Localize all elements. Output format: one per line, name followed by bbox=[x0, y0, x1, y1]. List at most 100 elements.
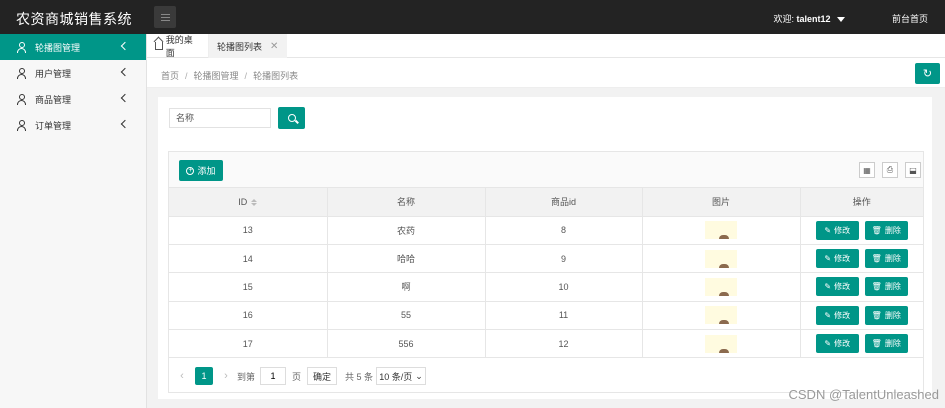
delete-button[interactable]: 🗑 删除 bbox=[864, 277, 908, 297]
cell-image bbox=[642, 244, 801, 274]
table-header-row: ID 名称 商品id 图片 操作 bbox=[169, 188, 923, 217]
cell-name: 哈哈 bbox=[327, 244, 486, 274]
pencil-icon: ✎ bbox=[824, 310, 832, 320]
breadcrumb-banner-manage[interactable]: 轮播图管理 bbox=[194, 71, 239, 81]
table-row: 14 哈哈 9 ✎ 修改 🗑 删除 bbox=[169, 244, 923, 274]
table-row: 17 556 12 ✎ 修改 🗑 删除 bbox=[169, 329, 923, 359]
welcome-prefix: 欢迎: bbox=[773, 14, 794, 24]
edit-button[interactable]: ✎ 修改 bbox=[815, 220, 859, 240]
tab-desktop[interactable]: 我的桌面 bbox=[147, 34, 209, 58]
trash-icon: 🗑 bbox=[871, 310, 882, 320]
sidebar-item-label: 商品管理 bbox=[35, 94, 72, 105]
user-icon bbox=[16, 41, 27, 53]
cell-product-id: 10 bbox=[485, 272, 643, 302]
delete-button[interactable]: 🗑 删除 bbox=[864, 249, 908, 269]
user-icon bbox=[16, 119, 27, 131]
pencil-icon: ✎ bbox=[824, 282, 832, 292]
banner-thumbnail bbox=[705, 306, 737, 325]
cell-actions: ✎ 修改 🗑 删除 bbox=[800, 301, 923, 331]
cell-actions: ✎ 修改 🗑 删除 bbox=[800, 244, 923, 274]
export-icon[interactable]: ⬓ bbox=[905, 162, 921, 178]
edit-button[interactable]: ✎ 修改 bbox=[815, 277, 859, 297]
top-bar: 农资商城销售系统 欢迎: talent12 前台首页 bbox=[0, 0, 945, 34]
cell-image bbox=[642, 272, 801, 302]
pencil-icon: ✎ bbox=[824, 225, 832, 235]
table-row: 16 55 11 ✎ 修改 🗑 删除 bbox=[169, 301, 923, 331]
sidebar-item-products[interactable]: 商品管理 bbox=[0, 86, 146, 112]
tab-label: 我的桌面 bbox=[165, 35, 193, 58]
sidebar-item-label: 订单管理 bbox=[35, 120, 72, 131]
menu-toggle-button[interactable] bbox=[154, 6, 176, 28]
caret-down-icon bbox=[837, 17, 845, 23]
next-page-button[interactable]: › bbox=[219, 367, 233, 385]
search-button[interactable] bbox=[278, 107, 305, 129]
refresh-icon: ↻ bbox=[922, 68, 933, 80]
page-size-select[interactable]: 10 条/页 ⌄ bbox=[376, 367, 426, 385]
add-button[interactable]: + 添加 bbox=[179, 160, 223, 181]
columns-icon[interactable]: ▦ bbox=[859, 162, 875, 178]
banner-thumbnail bbox=[705, 277, 737, 296]
breadcrumb-banner-list: 轮播图列表 bbox=[253, 71, 299, 81]
cell-actions: ✎ 修改 🗑 删除 bbox=[800, 329, 923, 359]
goto-confirm-button[interactable]: 确定 bbox=[307, 367, 337, 385]
sidebar-item-label: 用户管理 bbox=[35, 68, 72, 79]
cell-id: 13 bbox=[169, 216, 328, 245]
cell-actions: ✎ 修改 🗑 删除 bbox=[800, 272, 923, 302]
user-icon bbox=[16, 67, 27, 79]
cell-name: 啊 bbox=[327, 272, 486, 302]
tab-label: 轮播图列表 bbox=[217, 41, 263, 52]
cell-id: 16 bbox=[169, 301, 328, 331]
edit-button[interactable]: ✎ 修改 bbox=[815, 305, 859, 325]
search-name-input[interactable] bbox=[169, 108, 271, 128]
col-image: 图片 bbox=[642, 188, 801, 217]
banner-thumbnail bbox=[705, 249, 737, 268]
banner-table: ID 名称 商品id 图片 操作 13 农药 8 ✎ 修改 🗑 删除 14 哈哈… bbox=[169, 188, 923, 359]
sidebar-item-users[interactable]: 用户管理 bbox=[0, 60, 146, 86]
banner-thumbnail bbox=[705, 334, 737, 353]
sidebar-item-orders[interactable]: 订单管理 bbox=[0, 112, 146, 138]
frontend-home-link[interactable]: 前台首页 bbox=[892, 12, 928, 25]
close-icon[interactable]: ✕ bbox=[270, 41, 278, 52]
cell-id: 17 bbox=[169, 329, 328, 359]
tab-banner-list[interactable]: 轮播图列表 ✕ bbox=[209, 34, 287, 58]
sort-icon[interactable] bbox=[251, 198, 258, 206]
cell-name: 农药 bbox=[327, 216, 486, 245]
content-panel: + 添加 ▦ ⎙ ⬓ ID 名称 商品id 图片 操作 13 农药 bbox=[158, 97, 932, 399]
page-number-current[interactable]: 1 bbox=[195, 367, 213, 385]
pencil-icon: ✎ bbox=[824, 339, 832, 349]
add-label: 添加 bbox=[197, 166, 216, 176]
breadcrumb-home[interactable]: 首页 bbox=[161, 71, 179, 81]
col-actions: 操作 bbox=[800, 188, 923, 217]
cell-name: 556 bbox=[327, 329, 486, 359]
print-icon[interactable]: ⎙ bbox=[882, 162, 898, 178]
goto-page-input[interactable] bbox=[260, 367, 286, 385]
cell-product-id: 12 bbox=[485, 329, 643, 359]
sidebar-item-banner[interactable]: 轮播图管理 bbox=[0, 34, 146, 60]
chevron-left-icon bbox=[120, 119, 130, 129]
cell-product-id: 11 bbox=[485, 301, 643, 331]
chevron-left-icon bbox=[120, 93, 130, 103]
plus-circle-icon: + bbox=[186, 166, 195, 175]
trash-icon: 🗑 bbox=[871, 254, 882, 264]
pencil-icon: ✎ bbox=[824, 254, 832, 264]
edit-button[interactable]: ✎ 修改 bbox=[815, 334, 859, 354]
col-name: 名称 bbox=[327, 188, 486, 217]
delete-button[interactable]: 🗑 删除 bbox=[864, 334, 908, 354]
cell-id: 14 bbox=[169, 244, 328, 274]
table-row: 13 农药 8 ✎ 修改 🗑 删除 bbox=[169, 216, 923, 245]
col-id[interactable]: ID bbox=[169, 188, 328, 217]
edit-button[interactable]: ✎ 修改 bbox=[815, 249, 859, 269]
tab-bar: 我的桌面 轮播图列表 ✕ bbox=[147, 34, 945, 58]
delete-button[interactable]: 🗑 删除 bbox=[864, 305, 908, 325]
data-table-container: + 添加 ▦ ⎙ ⬓ ID 名称 商品id 图片 操作 13 农药 8 ✎ 修改… bbox=[168, 151, 924, 393]
breadcrumb-bar: 首页 / 轮播图管理 / 轮播图列表 ↻ bbox=[147, 58, 945, 88]
delete-button[interactable]: 🗑 删除 bbox=[864, 220, 908, 240]
refresh-button[interactable]: ↻ bbox=[915, 63, 940, 84]
cell-product-id: 9 bbox=[485, 244, 643, 274]
prev-page-button[interactable]: ‹ bbox=[175, 367, 189, 385]
goto-prefix: 到第 bbox=[237, 371, 256, 382]
goto-suffix: 页 bbox=[292, 371, 302, 382]
sidebar: 轮播图管理 用户管理 商品管理 订单管理 bbox=[0, 34, 147, 408]
user-menu[interactable]: 欢迎: talent12 bbox=[773, 12, 845, 25]
total-count: 共 5 条 bbox=[345, 371, 374, 382]
